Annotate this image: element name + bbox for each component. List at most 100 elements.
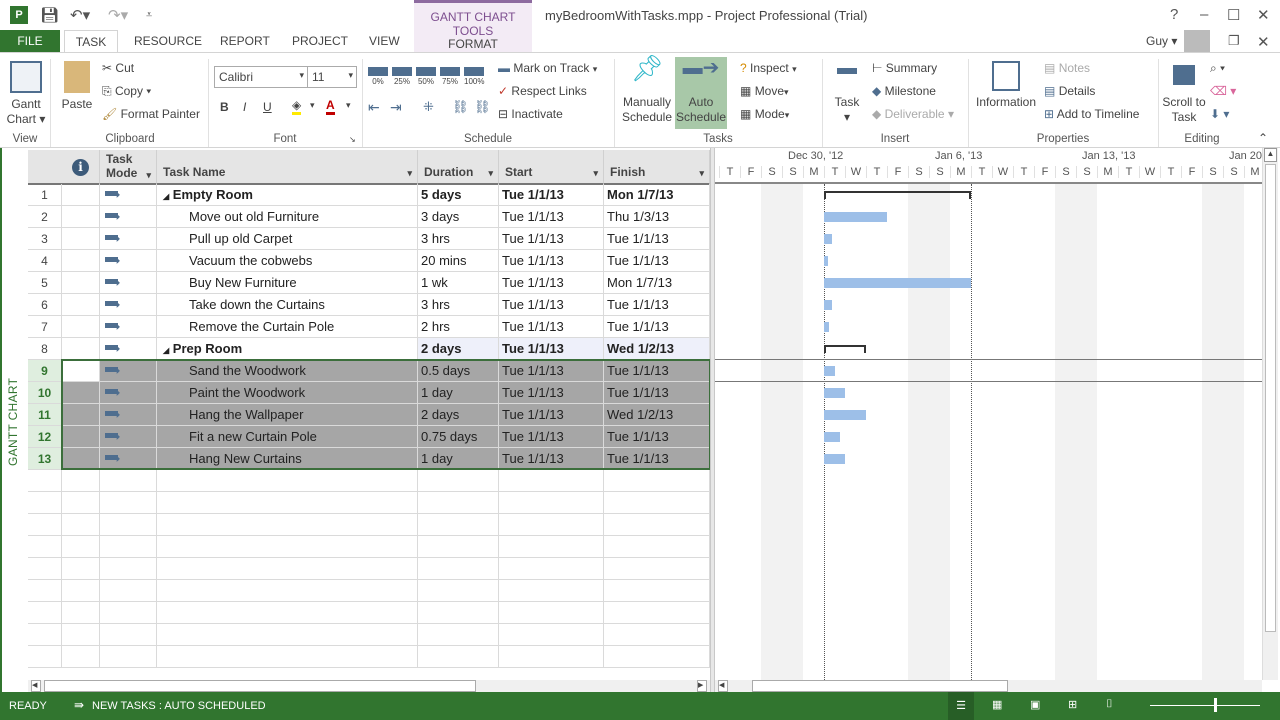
mode-cell[interactable]	[100, 228, 157, 250]
task-bar[interactable]	[824, 432, 840, 442]
resource-sheet-icon[interactable]: ⊞	[1068, 698, 1077, 711]
empty-cell[interactable]	[499, 492, 604, 514]
indent-icon[interactable]: ⇥	[390, 99, 402, 116]
duration-cell[interactable]: 2 days	[418, 404, 499, 426]
paste-button[interactable]: Paste	[58, 61, 96, 112]
font-color-button[interactable]: A	[326, 98, 335, 115]
percent-complete-2-button[interactable]: 50%	[416, 67, 436, 86]
empty-cell[interactable]	[418, 492, 499, 514]
info-cell[interactable]	[62, 228, 100, 250]
collapse-ribbon-icon[interactable]: ⌃	[1258, 131, 1268, 145]
empty-cell[interactable]	[499, 536, 604, 558]
mode-cell[interactable]	[100, 184, 157, 206]
fill-icon[interactable]: ⬇ ▾	[1210, 107, 1229, 121]
task-bar[interactable]	[824, 322, 830, 332]
finish-cell[interactable]: Tue 1/1/13	[604, 316, 710, 338]
split-task-icon[interactable]: ⁜	[423, 99, 434, 115]
start-cell[interactable]: Tue 1/1/13	[499, 338, 604, 360]
summary-bar[interactable]	[824, 191, 971, 199]
auto-schedule-button[interactable]: ▬➔ Auto Schedule	[675, 57, 727, 129]
new-tasks-status[interactable]: NEW TASKS : AUTO SCHEDULED	[92, 700, 266, 712]
close-document-button[interactable]: ✕	[1257, 33, 1270, 51]
gantt-view-icon[interactable]: ☰	[948, 692, 974, 720]
font-dialog-launcher-icon[interactable]: ↘	[349, 135, 356, 144]
scroll-to-task-button[interactable]: Scroll to Task	[1160, 61, 1208, 125]
mark-on-track-button[interactable]: ▬ Mark on Track ▾	[498, 61, 597, 75]
empty-cell[interactable]	[157, 646, 418, 668]
milestone-button[interactable]: ◆ Milestone	[872, 84, 936, 98]
duration-cell[interactable]: 2 days	[418, 338, 499, 360]
duration-cell[interactable]: 5 days	[418, 184, 499, 206]
name-cell[interactable]: Take down the Curtains	[157, 294, 418, 316]
start-cell[interactable]: Tue 1/1/13	[499, 272, 604, 294]
empty-cell[interactable]	[28, 646, 62, 668]
info-cell[interactable]	[62, 184, 100, 206]
mode-cell[interactable]	[100, 294, 157, 316]
empty-cell[interactable]	[100, 514, 157, 536]
empty-cell[interactable]	[157, 558, 418, 580]
finish-cell[interactable]: Tue 1/1/13	[604, 250, 710, 272]
empty-cell[interactable]	[28, 470, 62, 492]
task-bar[interactable]	[824, 278, 971, 288]
finish-cell[interactable]: Tue 1/1/13	[604, 360, 710, 382]
start-cell[interactable]: Tue 1/1/13	[499, 448, 604, 470]
details-button[interactable]: ▤ Details	[1044, 84, 1095, 98]
empty-cell[interactable]	[604, 470, 710, 492]
finish-cell[interactable]: Mon 1/7/13	[604, 272, 710, 294]
name-cell[interactable]: Move out old Furniture	[157, 206, 418, 228]
summary-button[interactable]: ⊢ Summary	[872, 61, 937, 75]
report-icon[interactable]: ⌷	[1106, 698, 1113, 711]
column-header-task-mode[interactable]: Task Mode ▾	[100, 150, 157, 185]
name-cell[interactable]: Sand the Woodwork	[157, 360, 418, 382]
info-cell[interactable]	[62, 206, 100, 228]
row-number[interactable]: 13	[28, 448, 62, 470]
gantt-chart-button[interactable]: Gantt Chart ▾	[6, 61, 46, 127]
finish-cell[interactable]: Wed 1/2/13	[604, 404, 710, 426]
table-scroll-thumb[interactable]	[44, 680, 476, 692]
info-cell[interactable]	[62, 426, 100, 448]
finish-cell[interactable]: Thu 1/3/13	[604, 206, 710, 228]
tab-task[interactable]: TASK	[64, 30, 118, 53]
tab-view[interactable]: VIEW	[369, 34, 400, 48]
start-cell[interactable]: Tue 1/1/13	[499, 404, 604, 426]
tab-format[interactable]: FORMAT	[414, 37, 532, 51]
info-cell[interactable]	[62, 360, 100, 382]
empty-cell[interactable]	[100, 470, 157, 492]
gantt-horizontal-scrollbar[interactable]: ◀	[715, 680, 1262, 692]
mode-cell[interactable]	[100, 404, 157, 426]
empty-cell[interactable]	[418, 602, 499, 624]
task-bar[interactable]	[824, 454, 845, 464]
add-to-timeline-button[interactable]: ⊞ Add to Timeline	[1044, 107, 1139, 121]
empty-cell[interactable]	[499, 558, 604, 580]
row-number[interactable]: 8	[28, 338, 62, 360]
empty-cell[interactable]	[499, 624, 604, 646]
unlink-tasks-icon[interactable]: ⛓	[474, 99, 491, 115]
finish-cell[interactable]: Tue 1/1/13	[604, 294, 710, 316]
help-button[interactable]: ?	[1170, 6, 1178, 23]
restore-button[interactable]: ❐	[1228, 33, 1240, 49]
row-number[interactable]: 3	[28, 228, 62, 250]
undo-icon[interactable]: ↶▾	[70, 6, 90, 24]
duration-cell[interactable]: 20 mins	[418, 250, 499, 272]
start-cell[interactable]: Tue 1/1/13	[499, 294, 604, 316]
empty-cell[interactable]	[418, 580, 499, 602]
start-cell[interactable]: Tue 1/1/13	[499, 360, 604, 382]
empty-cell[interactable]	[418, 624, 499, 646]
empty-cell[interactable]	[100, 492, 157, 514]
empty-cell[interactable]	[157, 580, 418, 602]
customize-toolbar-icon[interactable]: ⩡	[146, 9, 152, 22]
column-header-duration[interactable]: Duration ▾	[418, 150, 499, 185]
copy-button[interactable]: ⎘ Copy ▾	[102, 84, 151, 99]
mode-cell[interactable]	[100, 316, 157, 338]
find-icon[interactable]: ⌕ ▾	[1210, 61, 1225, 76]
finish-cell[interactable]: Tue 1/1/13	[604, 382, 710, 404]
mode-cell[interactable]	[100, 250, 157, 272]
duration-cell[interactable]: 3 hrs	[418, 228, 499, 250]
empty-cell[interactable]	[418, 470, 499, 492]
name-cell[interactable]: Paint the Woodwork	[157, 382, 418, 404]
mode-button[interactable]: ▦ Mode▾	[740, 107, 789, 121]
duration-cell[interactable]: 0.5 days	[418, 360, 499, 382]
info-cell[interactable]	[62, 382, 100, 404]
cut-button[interactable]: ✂ Cut	[102, 61, 134, 75]
task-bar[interactable]	[824, 410, 866, 420]
